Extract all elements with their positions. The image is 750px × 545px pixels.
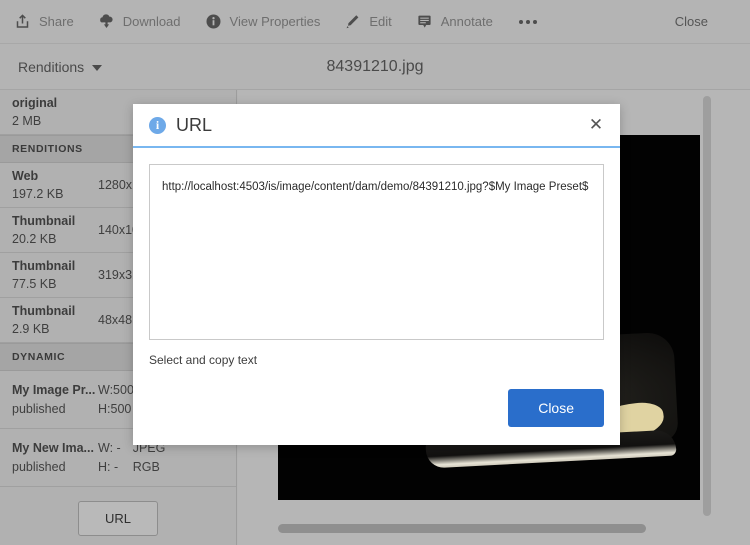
rendition-title: Thumbnail xyxy=(12,258,76,273)
close-icon[interactable]: ✕ xyxy=(584,113,608,137)
more-options-button[interactable] xyxy=(517,16,539,28)
dynamic-preset-info: My Image Pr... published xyxy=(12,381,96,417)
top-toolbar: Share Download View Properties Edit Anno… xyxy=(0,0,750,44)
dialog-title: URL xyxy=(176,114,213,135)
rendition-size: 2.9 KB xyxy=(12,322,50,336)
vertical-scrollbar[interactable] xyxy=(703,96,711,516)
more-horizontal-icon xyxy=(517,16,539,28)
view-properties-button[interactable]: View Properties xyxy=(205,13,321,30)
rendition-dimensions: 48x48 xyxy=(98,312,133,327)
url-dialog: i URL ✕ Select and copy text Close xyxy=(133,104,620,445)
dynamic-status: published xyxy=(12,459,66,474)
dynamic-height: H:500 xyxy=(98,401,132,416)
close-viewer-button[interactable]: Close xyxy=(675,14,708,29)
dialog-footer: Close xyxy=(133,371,620,445)
dynamic-width: W:500 xyxy=(98,383,134,398)
original-info: original 2 MB xyxy=(12,94,94,130)
dynamic-colorspace: RGB xyxy=(132,459,160,474)
chevron-down-icon xyxy=(92,65,103,71)
dynamic-dimensions: W:500 H:500 xyxy=(94,381,134,417)
rendition-title: Thumbnail xyxy=(12,213,76,228)
dynamic-height: H: - xyxy=(98,459,119,474)
share-button[interactable]: Share xyxy=(14,13,74,30)
original-size: 2 MB xyxy=(12,114,42,128)
rendition-thumb319-info: Thumbnail 77.5 KB xyxy=(12,257,94,293)
dynamic-newpreset-info: My New Ima... published xyxy=(12,439,94,475)
dynamic-title: My New Ima... xyxy=(12,441,94,456)
url-textarea[interactable] xyxy=(149,164,604,340)
rendition-size: 197.2 KB xyxy=(12,187,64,201)
download-button[interactable]: Download xyxy=(98,13,181,30)
rendition-thumb48-info: Thumbnail 2.9 KB xyxy=(12,302,94,338)
rendition-size: 20.2 KB xyxy=(12,232,57,246)
info-icon xyxy=(205,13,222,30)
dynamic-width: W: - xyxy=(98,441,121,456)
view-properties-label: View Properties xyxy=(229,14,321,29)
annotate-icon xyxy=(416,13,433,30)
original-title: original xyxy=(12,95,58,110)
download-label: Download xyxy=(122,14,181,29)
url-button[interactable]: URL xyxy=(77,500,158,536)
annotate-label: Annotate xyxy=(440,14,493,29)
dialog-header: i URL ✕ xyxy=(133,104,620,148)
renditions-dropdown[interactable]: Renditions xyxy=(18,44,103,90)
annotate-button[interactable]: Annotate xyxy=(416,13,493,30)
horizontal-scrollbar-thumb[interactable] xyxy=(278,524,646,533)
rendition-thumb140-info: Thumbnail 20.2 KB xyxy=(12,212,94,248)
dialog-helper-text: Select and copy text xyxy=(149,353,258,367)
download-icon xyxy=(98,13,115,30)
dynamic-status: published xyxy=(12,401,66,416)
info-icon: i xyxy=(149,116,166,134)
rendition-title: Web xyxy=(12,168,39,183)
share-icon xyxy=(14,13,31,30)
url-button-container: URL xyxy=(0,487,236,545)
rendition-web-info: Web 197.2 KB xyxy=(12,167,94,203)
page-title: 84391210.jpg xyxy=(326,58,424,75)
sub-toolbar: 84391210.jpg Renditions xyxy=(0,44,750,90)
edit-button[interactable]: Edit xyxy=(344,13,392,30)
pencil-icon xyxy=(344,13,361,30)
rendition-title: Thumbnail xyxy=(12,303,76,318)
rendition-size: 77.5 KB xyxy=(12,277,57,291)
renditions-label: Renditions xyxy=(18,59,85,75)
dialog-body: Select and copy text xyxy=(133,148,620,367)
share-label: Share xyxy=(39,14,74,29)
asset-details-page: Share Download View Properties Edit Anno… xyxy=(0,0,750,545)
dynamic-title: My Image Pr... xyxy=(12,383,96,398)
dynamic-dimensions: W: - H: - xyxy=(94,439,121,475)
close-button[interactable]: Close xyxy=(508,389,604,427)
horizontal-scrollbar[interactable] xyxy=(278,524,702,533)
edit-label: Edit xyxy=(369,14,392,29)
